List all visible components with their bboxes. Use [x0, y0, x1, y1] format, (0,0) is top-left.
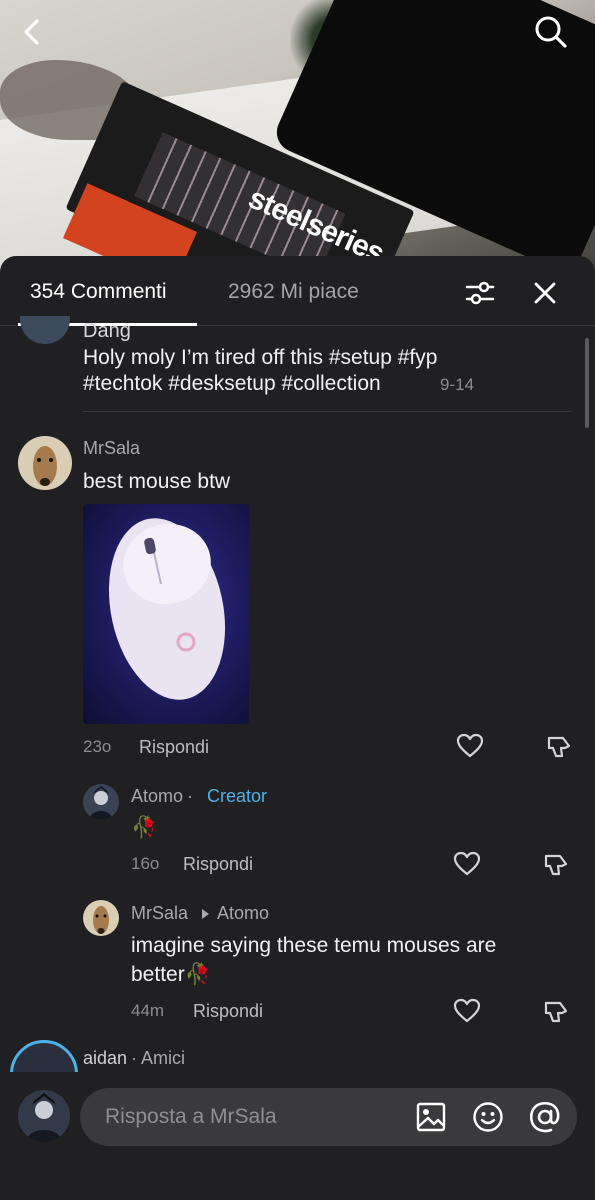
reply-author[interactable]: MrSala — [131, 903, 188, 924]
comment-text: Holy moly I’m tired off this #setup #fyp — [83, 346, 438, 369]
comment-text: #techtok #desksetup #collection — [83, 372, 381, 395]
avatar[interactable] — [83, 784, 119, 820]
reply-input-bar: Risposta a MrSala — [0, 1072, 595, 1200]
reply-timestamp: 44m — [131, 1001, 165, 1020]
reply-text: imagine saying these temu mouses are — [131, 934, 497, 957]
comments-sheet: 354 Commenti 2962 Mi piace Dang Holy mol… — [0, 256, 595, 1200]
reply-to-arrow-icon — [200, 907, 210, 925]
dislike-icon[interactable] — [545, 732, 573, 760]
reply-text: 🥀 — [131, 816, 158, 839]
video-background: steelseries — [0, 0, 595, 290]
dislike-icon[interactable] — [542, 850, 570, 878]
avatar[interactable] — [18, 436, 72, 490]
filter-icon[interactable] — [465, 278, 495, 308]
reply-input-placeholder: Risposta a MrSala — [105, 1105, 277, 1128]
dislike-icon[interactable] — [542, 997, 570, 1025]
comment-author[interactable]: aidan — [83, 1048, 127, 1069]
comment-timestamp: 23o — [83, 737, 112, 756]
tab-likes[interactable]: 2962 Mi piace — [228, 280, 359, 304]
reply-author[interactable]: Atomo — [131, 786, 183, 807]
reply-text: better🥀 — [131, 963, 211, 986]
avatar[interactable] — [20, 316, 70, 344]
avatar[interactable] — [83, 900, 119, 936]
scrollbar[interactable] — [585, 338, 589, 428]
back-icon[interactable] — [14, 14, 50, 50]
emoji-icon[interactable] — [472, 1101, 504, 1133]
reply-timestamp: 16o — [131, 854, 160, 873]
reply-to-author[interactable]: Atomo — [217, 903, 269, 924]
comment-author[interactable]: Dang — [83, 320, 131, 343]
close-icon[interactable] — [530, 278, 560, 308]
relation-badge: · Amici — [131, 1048, 185, 1068]
mention-icon[interactable] — [528, 1100, 562, 1134]
author-separator: · — [187, 786, 193, 806]
my-avatar[interactable] — [18, 1090, 70, 1142]
tab-comments[interactable]: 354 Commenti — [30, 280, 167, 304]
image-icon[interactable] — [415, 1101, 447, 1133]
tab-bar: 354 Commenti 2962 Mi piace — [0, 256, 595, 326]
reply-button[interactable]: Rispondi — [193, 1001, 263, 1022]
comment-timestamp: 9-14 — [440, 375, 475, 394]
reply-button[interactable]: Rispondi — [139, 737, 209, 758]
creator-badge: Creator — [207, 786, 268, 806]
comment-image-mouse[interactable] — [83, 504, 249, 724]
reply-button[interactable]: Rispondi — [183, 854, 253, 875]
comment-author[interactable]: MrSala — [83, 438, 140, 459]
heart-icon[interactable] — [453, 997, 481, 1025]
divider — [82, 411, 572, 412]
search-icon[interactable] — [533, 14, 569, 50]
comment-text: best mouse btw — [83, 470, 231, 493]
heart-icon[interactable] — [453, 850, 481, 878]
heart-icon[interactable] — [456, 732, 484, 760]
